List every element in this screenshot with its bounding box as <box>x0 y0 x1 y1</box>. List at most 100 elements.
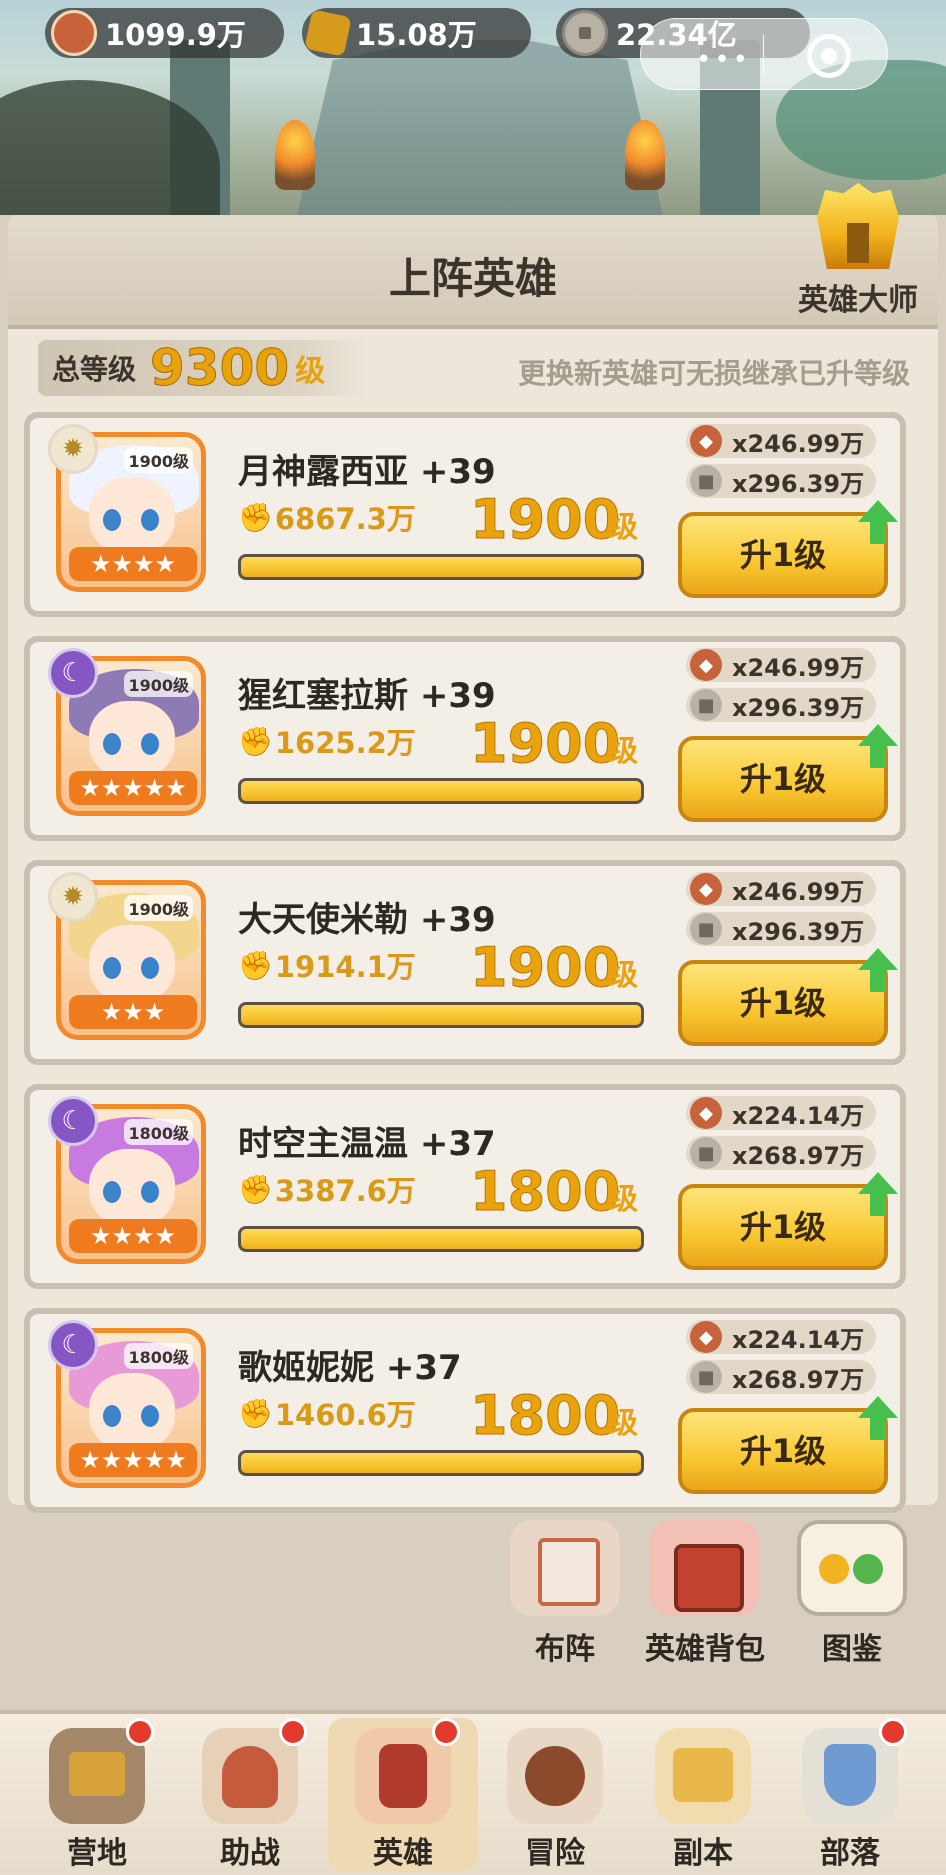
resource-meat[interactable]: 1099.9万 <box>45 8 284 58</box>
upgrade-costs: ◆ x246.99万 ■ x296.39万 <box>686 424 876 504</box>
codex-button[interactable]: 图鉴 <box>782 1520 922 1668</box>
level-progress-fill <box>241 557 641 577</box>
cost-coin: ■ x268.97万 <box>686 1136 876 1170</box>
level-progress-fill <box>241 1453 641 1473</box>
hero-master-label: 英雄大师 <box>798 283 918 318</box>
fist-icon: ✊ <box>238 948 273 982</box>
cost-meat: ◆ x246.99万 <box>686 424 876 458</box>
notification-dot <box>432 1718 460 1746</box>
power-value: 1460.6万 <box>274 1398 416 1432</box>
cost-coin: ■ x296.39万 <box>686 464 876 498</box>
eye-right <box>141 733 159 755</box>
more-button[interactable]: ••• <box>696 45 751 75</box>
power-value: 3387.6万 <box>274 1174 416 1208</box>
portrait-level: 1800级 <box>124 1119 193 1145</box>
fist-icon: ✊ <box>238 1396 273 1430</box>
total-level-tag: 总等级 9300 级 <box>38 339 368 398</box>
cost-coin-value: x296.39万 <box>732 917 865 946</box>
nav-assist[interactable]: 助战 <box>175 1718 325 1872</box>
meat-icon: ◆ <box>690 873 722 905</box>
coin-icon: ■ <box>690 1361 722 1393</box>
hero-face <box>89 1149 175 1227</box>
torch-left <box>275 120 315 190</box>
nav-hero[interactable]: 英雄 <box>328 1718 478 1872</box>
meat-icon: ◆ <box>690 1097 722 1129</box>
hero-level: 1800 <box>469 1160 621 1224</box>
nav-tribe-label: 部落 <box>820 1836 880 1871</box>
nav-adventure[interactable]: 冒险 <box>480 1718 630 1872</box>
hero-level-unit: 级 <box>608 1406 638 1441</box>
hero-name: 大天使米勒 +39 <box>238 900 496 940</box>
cost-meat: ◆ x224.14万 <box>686 1096 876 1130</box>
nav-tribe[interactable]: 部落 <box>775 1718 925 1872</box>
total-level-value: 9300 <box>150 339 290 398</box>
eye-right <box>141 957 159 979</box>
hero-level-unit: 级 <box>608 734 638 769</box>
level-progress-fill <box>241 1005 641 1025</box>
notification-dot <box>879 1718 907 1746</box>
star-rating: ★★★★★ <box>69 1443 197 1477</box>
hero-face <box>89 477 175 555</box>
nav-dungeon[interactable]: 副本 <box>628 1718 778 1872</box>
meat-icon: ◆ <box>690 649 722 681</box>
resource-meat-value: 1099.9万 <box>105 18 246 52</box>
portrait-level: 1900级 <box>124 895 193 921</box>
hero-power: ✊ 1914.1万 <box>238 944 416 986</box>
cost-meat-value: x246.99万 <box>732 877 865 906</box>
hero-power: ✊ 1460.6万 <box>238 1392 416 1434</box>
hero-bag-button[interactable]: 英雄背包 <box>635 1520 775 1668</box>
nav-adventure-label: 冒险 <box>525 1836 585 1871</box>
coin-icon: ■ <box>690 465 722 497</box>
level-progress-fill <box>241 781 641 801</box>
hero-master-button[interactable]: 英雄大师 <box>778 183 938 333</box>
hero-name: 歌姬妮妮 +37 <box>238 1348 462 1388</box>
cost-meat: ◆ x246.99万 <box>686 648 876 682</box>
level-up-button[interactable]: 升1级 <box>678 512 888 598</box>
resource-gold[interactable]: 15.08万 <box>302 8 531 58</box>
hero-power: ✊ 1625.2万 <box>238 720 416 762</box>
hero-bag-icon <box>650 1520 760 1616</box>
cost-coin: ■ x296.39万 <box>686 688 876 722</box>
map-scroll-icon <box>655 1728 751 1824</box>
hero-level: 1900 <box>469 936 621 1000</box>
level-up-button[interactable]: 升1级 <box>678 960 888 1046</box>
power-value: 6867.3万 <box>274 502 416 536</box>
level-up-button[interactable]: 升1级 <box>678 736 888 822</box>
star-rating: ★★★★ <box>69 547 197 581</box>
meat-icon: ◆ <box>690 425 722 457</box>
upgrade-costs: ◆ x246.99万 ■ x296.39万 <box>686 872 876 952</box>
eye-right <box>141 1405 159 1427</box>
bottom-nav: 营地 助战 英雄 冒险 副本 部落 <box>0 1710 946 1875</box>
hero-power: ✊ 3387.6万 <box>238 1168 416 1210</box>
hero-level-unit: 级 <box>608 958 638 993</box>
star-rating: ★★★ <box>69 995 197 1029</box>
cost-meat: ◆ x246.99万 <box>686 872 876 906</box>
notification-dot <box>279 1718 307 1746</box>
capsule-divider <box>763 35 764 73</box>
hero-face <box>89 701 175 779</box>
level-up-button[interactable]: 升1级 <box>678 1184 888 1270</box>
nav-camp-label: 营地 <box>67 1836 127 1871</box>
hero-card: ✹ 1900级 ★★★★ 月神露西亚 +39 ✊ 6867.3万 1900 级 … <box>24 412 906 617</box>
nav-camp[interactable]: 营地 <box>22 1718 172 1872</box>
upgrade-costs: ◆ x224.14万 ■ x268.97万 <box>686 1320 876 1400</box>
power-value: 1625.2万 <box>274 726 416 760</box>
close-target-icon[interactable] <box>807 34 851 78</box>
miniprogram-capsule: ••• <box>640 18 888 90</box>
cost-coin-value: x296.39万 <box>732 469 865 498</box>
eye-right <box>141 509 159 531</box>
power-value: 1914.1万 <box>274 950 416 984</box>
hero-name: 时空主温温 +37 <box>238 1124 496 1164</box>
gold-ore-icon <box>304 9 352 57</box>
cost-meat: ◆ x224.14万 <box>686 1320 876 1354</box>
hero-card: ☾ 1800级 ★★★★ 时空主温温 +37 ✊ 3387.6万 1800 级 … <box>24 1084 906 1289</box>
eye-left <box>103 509 121 531</box>
hero-level-unit: 级 <box>608 1182 638 1217</box>
formation-icon <box>510 1520 620 1616</box>
formation-button[interactable]: 布阵 <box>495 1520 635 1668</box>
moon-element-icon: ☾ <box>48 1320 98 1370</box>
level-up-button[interactable]: 升1级 <box>678 1408 888 1494</box>
upgrade-costs: ◆ x224.14万 ■ x268.97万 <box>686 1096 876 1176</box>
spiked-club-icon <box>507 1728 603 1824</box>
hero-bag-label: 英雄背包 <box>645 1632 765 1667</box>
